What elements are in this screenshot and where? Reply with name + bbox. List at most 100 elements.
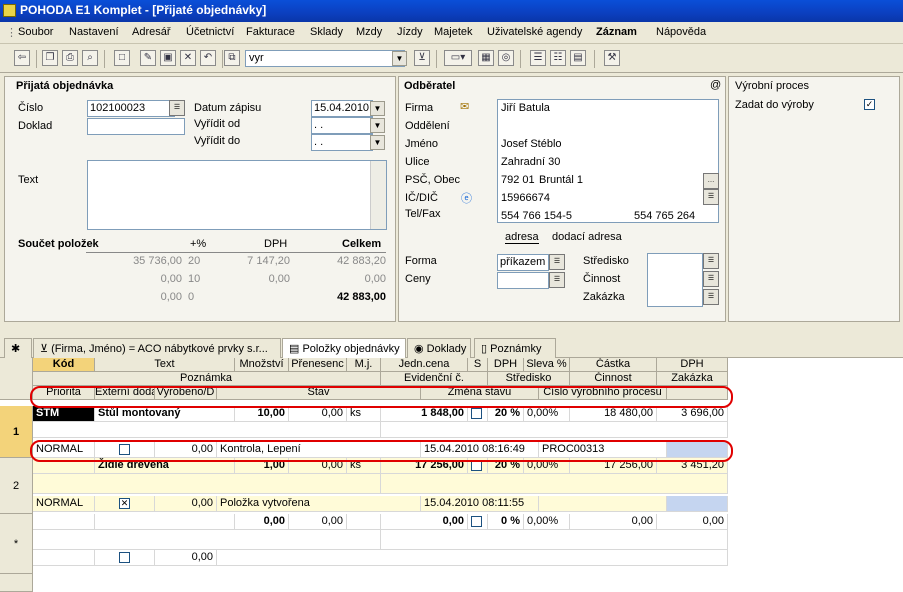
tools-icon[interactable]: ⚒ bbox=[604, 50, 620, 66]
list-button[interactable]: ☰ bbox=[549, 272, 565, 288]
preview-icon[interactable]: ⌕ bbox=[82, 50, 98, 66]
col-evidencni[interactable]: Evidenční č. bbox=[381, 372, 488, 386]
list-button[interactable]: ☰ bbox=[703, 253, 719, 269]
col-mnozstvi[interactable]: Množství bbox=[235, 358, 289, 372]
col-cinnost[interactable]: Činnost bbox=[570, 372, 657, 386]
cell-poznamka[interactable] bbox=[33, 422, 381, 438]
cell-mnozstvi[interactable]: 0,00 bbox=[235, 514, 289, 530]
undo-icon[interactable]: ↶ bbox=[200, 50, 216, 66]
tab-doklady[interactable]: ◉ Doklady bbox=[407, 338, 471, 358]
list-button[interactable]: ☰ bbox=[169, 100, 185, 116]
cell-text[interactable] bbox=[95, 514, 235, 530]
menu-napoveda[interactable]: Nápověda bbox=[656, 26, 706, 38]
jmeno-value[interactable]: Josef Stéblo bbox=[501, 138, 562, 150]
cell-stav[interactable] bbox=[217, 550, 728, 566]
menu-sklady[interactable]: Sklady bbox=[310, 26, 343, 38]
list-icon[interactable]: ☰ bbox=[530, 50, 546, 66]
list-button[interactable]: ☰ bbox=[703, 189, 719, 205]
vyridit-od-field[interactable]: . . bbox=[311, 117, 373, 134]
col-zakazka[interactable]: Zakázka bbox=[657, 372, 728, 386]
cell-jedn-cena[interactable]: 0,00 bbox=[381, 514, 468, 530]
save-icon[interactable]: ▣ bbox=[160, 50, 176, 66]
menu-adresar[interactable]: Adresář bbox=[132, 26, 171, 38]
menu-nastaveni[interactable]: Nastavení bbox=[69, 26, 119, 38]
doklad-field[interactable] bbox=[87, 118, 185, 135]
col-preneseno[interactable]: Přenesenc bbox=[289, 358, 347, 372]
firma-value[interactable]: Jiří Batula bbox=[501, 102, 550, 114]
cell-preneseno[interactable]: 0,00 bbox=[289, 514, 347, 530]
address-book-icon[interactable]: ✉ bbox=[460, 100, 469, 113]
document-icon[interactable]: ▤ bbox=[570, 50, 586, 66]
externi-checkbox[interactable]: ✕ bbox=[119, 497, 130, 509]
menu-uzivatelske-agendy[interactable]: Uživatelské agendy bbox=[487, 26, 582, 38]
col-sleva[interactable]: Sleva % bbox=[524, 358, 570, 372]
text-area[interactable] bbox=[87, 160, 387, 230]
cell-mj[interactable] bbox=[347, 514, 381, 530]
cell-priorita[interactable]: NORMAL bbox=[33, 496, 95, 512]
internet-icon[interactable]: ⓔ bbox=[461, 190, 472, 206]
cislo-field[interactable]: 102100023 bbox=[87, 100, 175, 117]
menu-mzdy[interactable]: Mzdy bbox=[356, 26, 382, 38]
cell-stav[interactable]: Položka vytvořena bbox=[217, 496, 421, 512]
cell-mnozstvi[interactable]: 10,00 bbox=[235, 406, 289, 422]
tab-dodaci-adresa[interactable]: dodací adresa bbox=[552, 231, 622, 243]
new-record-icon[interactable]: □ bbox=[114, 50, 130, 66]
list-button[interactable]: ☰ bbox=[703, 271, 719, 287]
cell-vyrobeno[interactable]: 0,00 bbox=[155, 496, 217, 512]
s-checkbox[interactable] bbox=[471, 515, 482, 527]
cell-sleva[interactable]: 0,00% bbox=[524, 514, 570, 530]
cell-sleva[interactable]: 0,00% bbox=[524, 406, 570, 422]
col-dph[interactable]: DPH bbox=[488, 358, 524, 372]
edit-icon[interactable]: ✎ bbox=[140, 50, 156, 66]
folder-icon[interactable]: ▭▾ bbox=[444, 50, 472, 66]
datum-field[interactable]: 15.04.2010 bbox=[311, 100, 373, 117]
cell-castka[interactable]: 0,00 bbox=[570, 514, 657, 530]
zadat-checkbox[interactable]: ✓ bbox=[864, 99, 875, 110]
menu-zaznam[interactable]: Záznam bbox=[596, 26, 637, 38]
cell-cislo-procesu[interactable] bbox=[539, 496, 667, 512]
cell-s[interactable] bbox=[468, 406, 488, 422]
col-castka[interactable]: Částka bbox=[570, 358, 657, 372]
cell-externi[interactable]: ✕ bbox=[95, 496, 155, 512]
filter-icon[interactable]: ⊻ bbox=[414, 50, 430, 66]
menu-fakturace[interactable]: Fakturace bbox=[246, 26, 295, 38]
chevron-down-icon[interactable]: ▼ bbox=[370, 118, 385, 133]
tab-poznamky[interactable]: ▯ Poznámky bbox=[474, 338, 556, 358]
tel-value[interactable]: 554 766 154-5 bbox=[501, 210, 572, 222]
cell-text[interactable]: Stůl montovaný bbox=[95, 406, 235, 422]
col-stredisko[interactable]: Středisko bbox=[488, 372, 570, 386]
list-button[interactable]: ☰ bbox=[703, 289, 719, 305]
coins-icon[interactable]: ◎ bbox=[498, 50, 514, 66]
cell-evidencni[interactable] bbox=[381, 530, 728, 550]
cell-poznamka[interactable] bbox=[33, 530, 381, 550]
cell-castka[interactable]: 18 480,00 bbox=[570, 406, 657, 422]
row-number[interactable]: 1 bbox=[0, 406, 33, 458]
chevron-down-icon[interactable]: ▼ bbox=[370, 101, 385, 116]
cell-s[interactable] bbox=[468, 514, 488, 530]
cell-dph[interactable]: 20 % bbox=[488, 406, 524, 422]
row-new-marker[interactable]: * bbox=[0, 514, 33, 574]
tab-adresa[interactable]: adresa bbox=[505, 231, 539, 244]
report-icon[interactable]: ☷ bbox=[550, 50, 566, 66]
vyridit-do-field[interactable]: . . bbox=[311, 134, 373, 151]
more-button[interactable]: … bbox=[703, 173, 719, 189]
row-number[interactable]: 2 bbox=[0, 458, 33, 514]
scrollbar[interactable] bbox=[370, 161, 386, 229]
ic-value[interactable]: 15966674 bbox=[501, 192, 550, 204]
externi-checkbox[interactable] bbox=[119, 551, 130, 563]
cell-preneseno[interactable]: 0,00 bbox=[289, 406, 347, 422]
print-icon[interactable]: ⎙ bbox=[62, 50, 78, 66]
cell-poznamka[interactable] bbox=[33, 474, 381, 494]
cell-mj[interactable]: ks bbox=[347, 406, 381, 422]
duplicate-icon[interactable]: ⧉ bbox=[224, 50, 240, 66]
tab-polozky[interactable]: ▤ Položky objednávky bbox=[282, 338, 406, 358]
stredisko-cinnost-zakazka-fields[interactable] bbox=[647, 253, 703, 307]
cell-dph-value[interactable]: 3 696,00 bbox=[657, 406, 728, 422]
cell-vyrobeno[interactable]: 0,00 bbox=[155, 550, 217, 566]
menu-jizdy[interactable]: Jízdy bbox=[397, 26, 423, 38]
fax-value[interactable]: 554 765 264 bbox=[634, 210, 695, 222]
menu-majetek[interactable]: Majetek bbox=[434, 26, 473, 38]
ulice-value[interactable]: Zahradní 30 bbox=[501, 156, 560, 168]
filter-input[interactable]: vyr bbox=[245, 50, 405, 67]
cell-jedn-cena[interactable]: 1 848,00 bbox=[381, 406, 468, 422]
